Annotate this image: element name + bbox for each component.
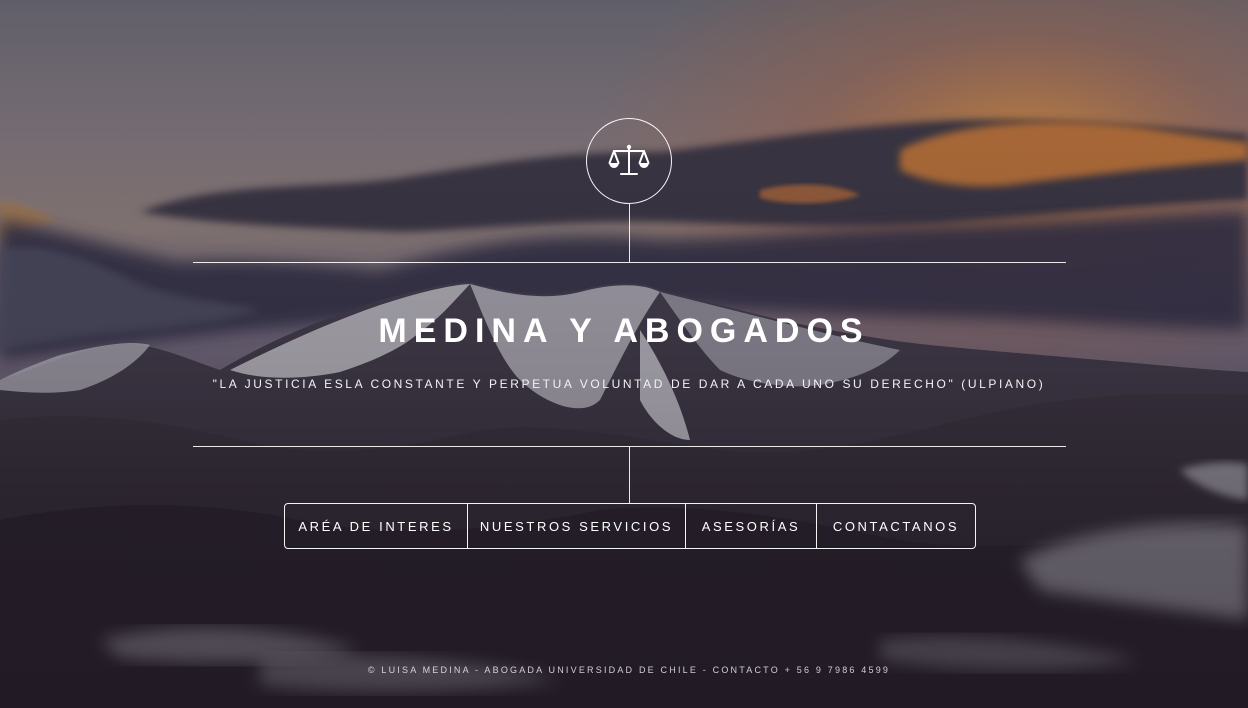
nav-connector-line <box>629 446 630 503</box>
nav-item-contactanos[interactable]: CONTACTANOS <box>817 504 975 548</box>
nav-item-nuestros-servicios[interactable]: NUESTROS SERVICIOS <box>468 504 686 548</box>
footer-text: © LUISA MEDINA - ABOGADA UNIVERSIDAD DE … <box>367 665 891 675</box>
logo-connector-line <box>629 204 630 262</box>
page: MEDINA Y ABOGADOS "LA JUSTICIA ESLA CONS… <box>0 0 1248 708</box>
logo-circle <box>586 118 672 204</box>
top-divider <box>193 262 1066 263</box>
tagline-quote: "LA JUSTICIA ESLA CONSTANTE Y PERPETUA V… <box>212 377 1046 391</box>
background-overlay <box>0 0 1248 708</box>
main-nav: ARÉA DE INTERES NUESTROS SERVICIOS ASESO… <box>284 503 976 549</box>
nav-item-area-de-interes[interactable]: ARÉA DE INTERES <box>285 504 468 548</box>
scales-of-justice-icon <box>608 144 650 175</box>
site-title: MEDINA Y ABOGADOS <box>378 312 870 350</box>
nav-item-asesorias[interactable]: ASESORÍAS <box>686 504 817 548</box>
